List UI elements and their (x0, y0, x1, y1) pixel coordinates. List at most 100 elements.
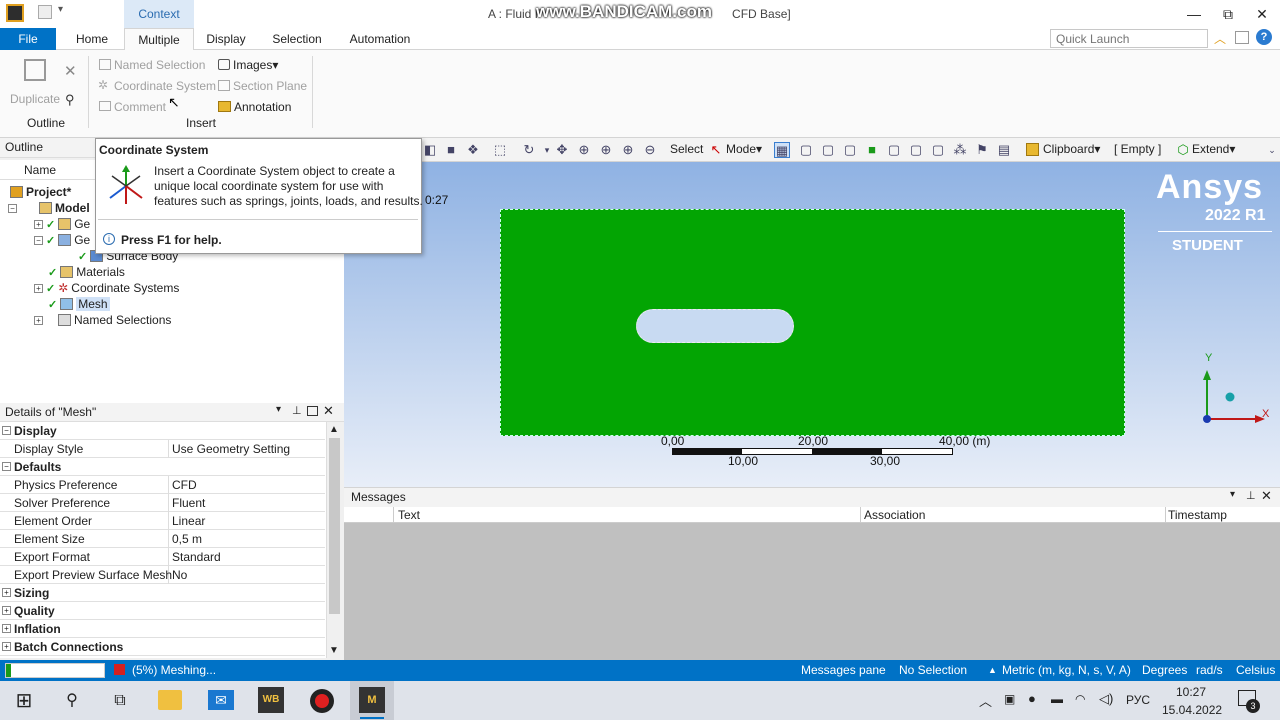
units-arrow-icon[interactable]: ▲ (988, 665, 997, 675)
collapse-icon[interactable]: − (2, 462, 11, 471)
duplicate-icon[interactable] (24, 59, 46, 81)
comment-button[interactable]: Comment (114, 100, 166, 114)
collapse-icon[interactable]: − (8, 203, 17, 213)
tray-chevron-icon[interactable]: ︿ (979, 691, 992, 710)
cube-icon[interactable]: ◧ (422, 142, 438, 158)
messages-col-timestamp[interactable]: Timestamp (1168, 508, 1227, 522)
mail-icon[interactable]: ✉ (208, 690, 234, 710)
messages-menu-icon[interactable]: ▾ (1230, 489, 1235, 500)
details-category-row[interactable]: + Batch Connections (0, 638, 325, 656)
details-value[interactable]: No (172, 568, 187, 582)
details-category-row[interactable]: + Inflation (0, 620, 325, 638)
details-property-row[interactable]: Display Style Use Geometry Setting (0, 440, 325, 458)
close-pane-icon[interactable]: ✕ (323, 403, 334, 419)
temperature-units[interactable]: Celsius (1236, 663, 1275, 677)
column-divider[interactable] (1165, 507, 1166, 523)
details-property-row[interactable]: Element Size 0,5 m (0, 530, 325, 548)
select-body-icon[interactable]: ▢ (842, 142, 858, 158)
select-mode-icon[interactable]: ↖ (708, 142, 724, 158)
select-mesh-icon[interactable]: ▢ (930, 142, 946, 158)
details-menu-icon[interactable]: ▾ (276, 404, 281, 415)
details-value[interactable]: 0,5 m (172, 532, 202, 546)
tab-automation[interactable]: Automation (344, 28, 416, 50)
messages-col-association[interactable]: Association (864, 508, 925, 522)
tab-display[interactable]: Display (202, 28, 250, 50)
details-value[interactable]: Fluent (172, 496, 205, 510)
tab-file[interactable]: File (0, 28, 56, 50)
quick-access-chevron-icon[interactable]: ▾ (58, 4, 63, 15)
messages-close-icon[interactable]: ✕ (1261, 488, 1272, 504)
zoom-icon[interactable]: ⊕ (576, 142, 592, 158)
messages-pin-icon[interactable]: ⊥ (1246, 489, 1256, 502)
language-indicator[interactable]: РУС (1126, 693, 1150, 707)
expand-icon[interactable]: + (2, 642, 11, 651)
named-selection-button[interactable]: Named Selection (114, 58, 205, 72)
select-face-icon[interactable]: ▦ (774, 142, 790, 158)
duplicate-button[interactable]: Duplicate (10, 92, 60, 106)
tab-multiple[interactable]: Multiple (124, 28, 194, 50)
details-category-row[interactable]: − Defaults (0, 458, 325, 476)
extend-select-icon[interactable]: ⁂ (952, 142, 968, 158)
find-icon[interactable]: ⚲ (65, 92, 75, 108)
tree-node-mesh[interactable]: ✓ Mesh (48, 296, 110, 312)
task-view-icon[interactable]: ⧉ (108, 689, 132, 713)
details-value[interactable]: Linear (172, 514, 205, 528)
volume-icon[interactable]: ◁) (1099, 691, 1113, 707)
details-value[interactable]: CFD (172, 478, 197, 492)
zoom-out-icon[interactable]: ⊖ (642, 142, 658, 158)
details-property-row[interactable]: Export Format Standard (0, 548, 325, 566)
bandicam-icon[interactable] (310, 689, 334, 713)
tab-home[interactable]: Home (70, 28, 114, 50)
pan-icon[interactable]: ✥ (554, 142, 570, 158)
delete-icon[interactable]: ✕ (64, 62, 77, 80)
wifi-icon[interactable]: ◠ (1075, 692, 1085, 706)
zoom-fit-icon[interactable]: ⊕ (620, 142, 636, 158)
tree-node-model[interactable]: − Model (8, 200, 90, 216)
geometry-surface[interactable] (500, 209, 1125, 436)
app-icon[interactable] (6, 4, 24, 22)
details-value[interactable]: Standard (172, 550, 221, 564)
stop-icon[interactable] (114, 664, 125, 675)
maximize-button[interactable]: ⧉ (1216, 4, 1240, 24)
label-icon[interactable]: ⚑ (974, 142, 990, 158)
minimize-button[interactable]: — (1182, 4, 1206, 24)
close-button[interactable]: ✕ (1250, 4, 1274, 24)
select-element-icon[interactable]: ▢ (908, 142, 924, 158)
tree-node-named-selections[interactable]: + Named Selections (34, 312, 171, 328)
expand-icon[interactable]: + (34, 219, 43, 229)
extend-dropdown[interactable]: Extend▾ (1192, 142, 1235, 156)
details-property-row[interactable]: Export Preview Surface Mesh No (0, 566, 325, 584)
details-value[interactable]: Use Geometry Setting (172, 442, 290, 456)
messages-pane-toggle[interactable]: Messages pane (801, 663, 886, 677)
column-divider[interactable] (860, 507, 861, 523)
mechanical-icon[interactable]: M (359, 687, 385, 713)
tab-selection[interactable]: Selection (268, 28, 326, 50)
scroll-thumb[interactable] (329, 438, 340, 614)
maximize-pane-icon[interactable] (307, 406, 318, 416)
window-icon[interactable] (1235, 31, 1249, 44)
file-explorer-icon[interactable] (158, 690, 182, 710)
tree-node-project[interactable]: Project* (10, 184, 71, 200)
coordinate-system-button[interactable]: Coordinate System (114, 79, 216, 93)
windows-start-icon[interactable]: ⊞ (12, 689, 36, 713)
microphone-icon[interactable]: ● (1028, 691, 1036, 706)
units-selector[interactable]: Metric (m, kg, N, s, V, A) (1002, 663, 1131, 677)
collapse-ribbon-icon[interactable]: ︿ (1214, 30, 1226, 47)
scroll-up-icon[interactable]: ▲ (329, 424, 339, 435)
select-button[interactable]: Select (670, 142, 703, 156)
print-icon[interactable]: ▤ (996, 142, 1012, 158)
expand-icon[interactable]: + (2, 588, 11, 597)
messages-list[interactable] (344, 523, 1280, 660)
mode-dropdown[interactable]: Mode▾ (726, 142, 762, 156)
expand-icon[interactable]: + (2, 624, 11, 633)
save-icon[interactable] (38, 5, 52, 19)
name-column-header[interactable]: Name (18, 161, 98, 179)
scroll-down-icon[interactable]: ▼ (329, 645, 339, 656)
tree-node-geometry-import[interactable]: + ✓ Ge (34, 216, 90, 232)
details-property-row[interactable]: Element Order Linear (0, 512, 325, 530)
details-category-row[interactable]: + Sizing (0, 584, 325, 602)
quick-launch-input[interactable] (1050, 29, 1208, 48)
tree-node-coordinate-systems[interactable]: + ✓ ✲ Coordinate Systems (34, 280, 179, 296)
details-property-row[interactable]: Physics Preference CFD (0, 476, 325, 494)
messages-col-text[interactable]: Text (398, 508, 420, 522)
